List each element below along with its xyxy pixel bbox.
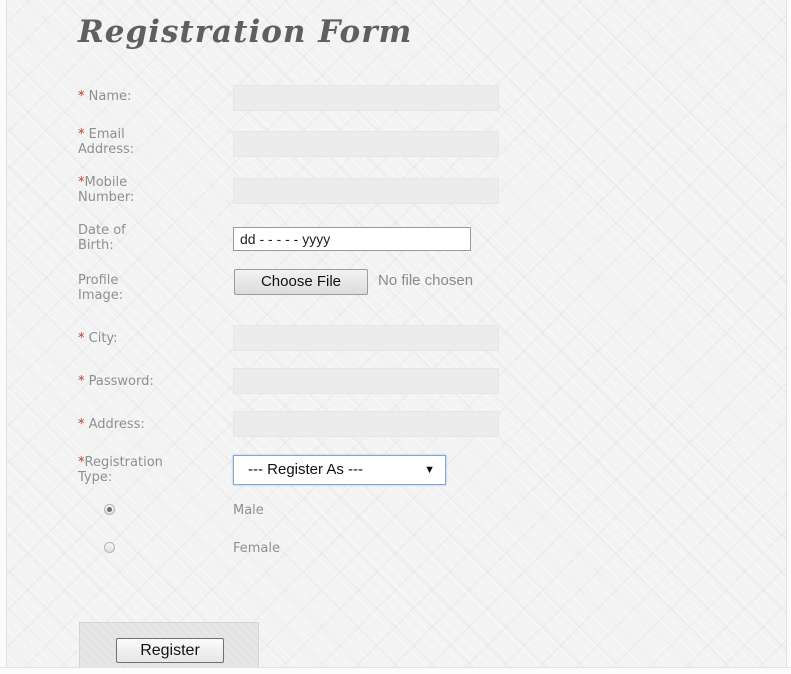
required-mark: * <box>78 417 85 432</box>
name-label-text: Name: <box>88 89 132 104</box>
mobile-label-text-2: Number: <box>78 190 135 205</box>
choose-file-button[interactable]: Choose File <box>234 269 368 295</box>
registration-type-label-text: Registration <box>84 455 163 470</box>
email-label-text: Email <box>88 127 125 142</box>
gender-male-radio[interactable] <box>104 504 115 515</box>
frame-bottom-edge <box>0 667 791 674</box>
password-label: * Password: <box>78 374 154 389</box>
required-mark: * <box>78 89 85 104</box>
gender-male-label: Male <box>233 503 264 518</box>
registration-type-selected: --- Register As --- <box>248 461 364 478</box>
gender-female-radio[interactable] <box>104 542 115 553</box>
profile-image-label: Profile Image: <box>78 273 123 303</box>
name-label: * Name: <box>78 89 131 104</box>
email-label: * Email Address: <box>78 127 134 157</box>
required-mark: * <box>78 331 85 346</box>
registration-type-label: *Registration Type: <box>78 455 163 485</box>
frame-right-edge <box>786 0 791 674</box>
dropdown-arrow-icon: ▼ <box>424 464 435 476</box>
name-input[interactable] <box>233 85 499 111</box>
register-button[interactable]: Register <box>116 638 224 663</box>
form-title: Registration Form <box>78 14 413 50</box>
file-status-text: No file chosen <box>378 272 474 289</box>
city-label: * City: <box>78 331 118 346</box>
dob-label-text-2: Birth: <box>78 238 114 253</box>
password-input[interactable] <box>233 368 499 394</box>
frame-left-edge <box>0 0 7 674</box>
email-input[interactable] <box>233 131 499 157</box>
required-mark: * <box>78 374 85 389</box>
city-label-text: City: <box>88 331 118 346</box>
email-label-text-2: Address: <box>78 142 135 157</box>
mobile-label: *Mobile Number: <box>78 175 134 205</box>
city-input[interactable] <box>233 325 499 351</box>
dob-label: Date of Birth: <box>78 223 126 253</box>
registration-type-label-text-2: Type: <box>78 470 113 485</box>
profile-image-label-text-2: Image: <box>78 288 124 303</box>
registration-type-select[interactable]: --- Register As --- ▼ <box>233 455 446 485</box>
required-mark: * <box>78 127 85 142</box>
dob-input[interactable]: dd - - - - - yyyy <box>233 227 471 251</box>
password-label-text: Password: <box>88 374 154 389</box>
gender-female-label: Female <box>233 541 281 556</box>
address-input[interactable] <box>233 411 499 437</box>
mobile-input[interactable] <box>233 178 499 204</box>
dob-label-text: Date of <box>78 223 126 238</box>
address-label: * Address: <box>78 417 145 432</box>
address-label-text: Address: <box>88 417 145 432</box>
profile-image-label-text: Profile <box>78 273 119 288</box>
mobile-label-text: Mobile <box>84 175 128 190</box>
